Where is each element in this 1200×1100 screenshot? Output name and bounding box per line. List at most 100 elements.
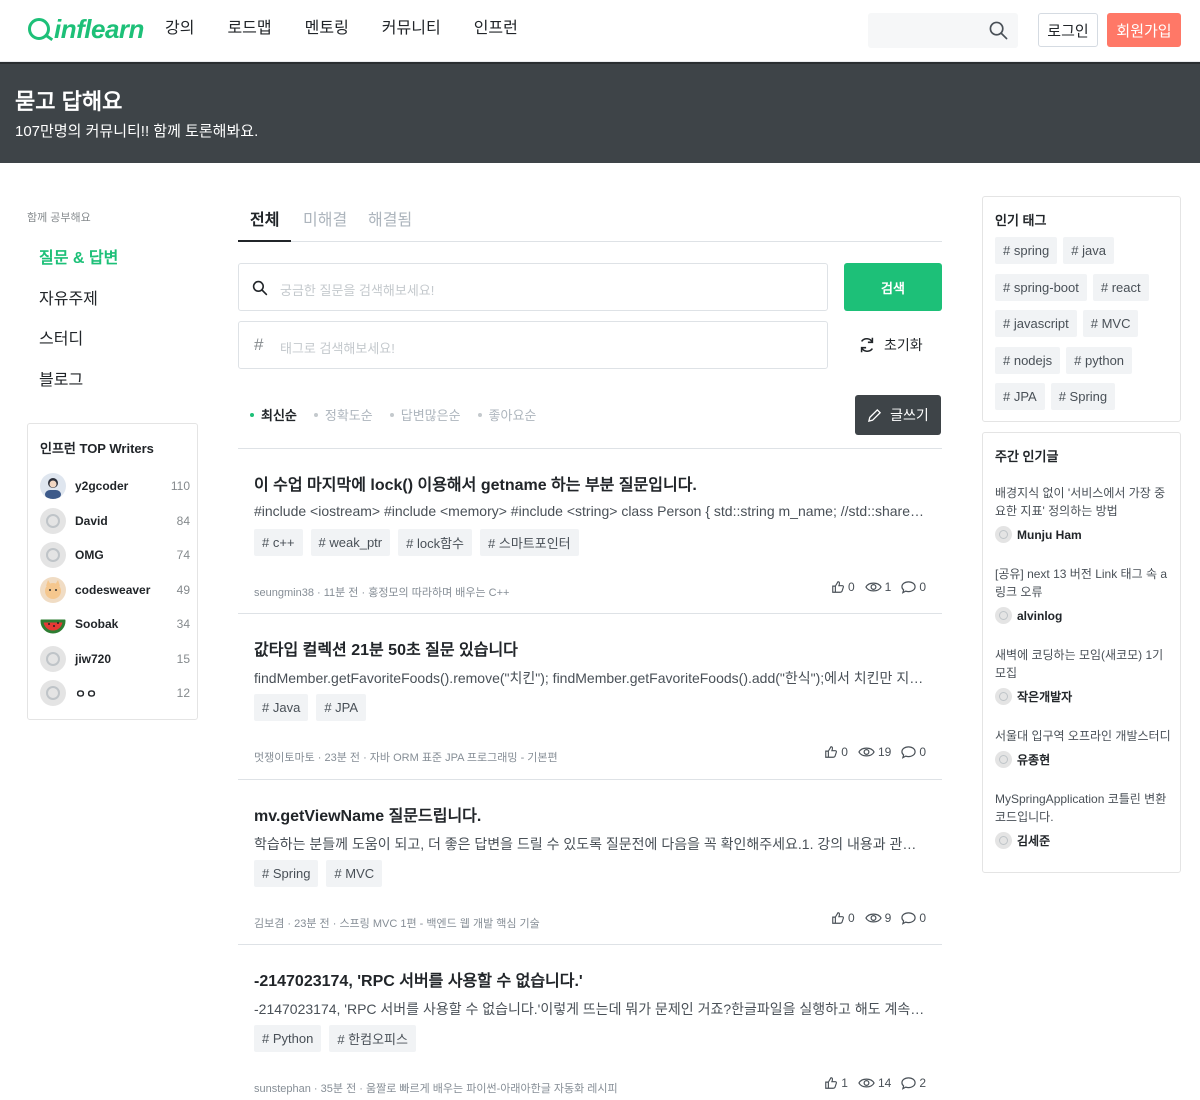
question-search-input[interactable]: 궁금한 질문을 검색해보세요! [238,263,828,311]
weekly-post[interactable]: 새벽에 코딩하는 모임(새코모) 1기 모집 작은개발자 [995,646,1171,705]
weekly-post[interactable]: 배경지식 없이 '서비스에서 가장 중요한 지표' 정의하는 방법 Munju … [995,484,1171,543]
weekly-post-title[interactable]: MySpringApplication 코틀린 변환 코드입니다. [995,790,1171,826]
tag-row: # spring # java [995,237,1114,264]
question-tag[interactable]: # weak_ptr [310,529,391,556]
writer-count: 74 [176,548,190,562]
sidebar-item-blog[interactable]: 블로그 [39,370,118,411]
comment-icon [901,1077,916,1090]
weekly-post[interactable]: 서울대 입구역 오프라인 개발스터디 유종현 [995,727,1171,768]
question-body: -2147023174, 'RPC 서버를 사용할 수 없습니다.'이렇게 뜨는… [254,1001,926,1017]
question-meta: 멋쟁이토마토 · 23분 전 · 자바 ORM 표준 JPA 프로그래밍 - 기… [254,752,558,764]
popular-tag[interactable]: # react [1092,274,1149,301]
question-stats: 1 14 2 [824,1076,926,1090]
popular-tag[interactable]: # spring [995,237,1058,264]
view-count: 14 [877,1076,892,1090]
nav-roadmap[interactable]: 로드맵 [227,18,271,40]
default-avatar-icon [995,751,1012,768]
writer-row[interactable]: ㅇㅇ 12 [40,680,190,706]
popular-tag[interactable]: # python [1066,347,1133,374]
weekly-post-title[interactable]: [공유] next 13 버전 Link 태그 속 a링크 오류 [995,565,1171,601]
sidebar-menu: 질문 & 답변 자유주제 스터디 블로그 [39,248,118,410]
writer-row[interactable]: OMG 74 [40,542,190,568]
question-tags: # Spring # MVC [254,860,383,887]
popular-tag[interactable]: # javascript [995,310,1077,337]
tag-row: # spring-boot # react [995,274,1149,301]
sort-likes[interactable]: 좋아요순 [477,405,536,424]
sidebar-item-qna[interactable]: 질문 & 답변 [39,248,118,289]
header-search-input[interactable] [868,13,1018,48]
question-tabs: 전체 미해결 해결됨 [238,200,942,242]
weekly-post-title[interactable]: 서울대 입구역 오프라인 개발스터디 [995,727,1171,745]
question-tag[interactable]: # Java [254,694,309,721]
question-title[interactable]: -2147023174, 'RPC 서버를 사용할 수 없습니다.' [254,967,583,991]
tab-solved[interactable]: 해결됨 [368,206,412,242]
sort-answers[interactable]: 답변많은순 [389,405,461,424]
nav-courses[interactable]: 강의 [165,18,194,40]
sort-accuracy[interactable]: 정확도순 [313,405,373,424]
weekly-post-author: 유종현 [1017,753,1051,767]
popular-tag[interactable]: # MVC [1082,310,1139,337]
inflearn-logo[interactable]: inflearn [28,16,144,42]
question-tags: # Python # 한컴오피스 [254,1025,416,1052]
tab-unsolved[interactable]: 미해결 [303,206,347,242]
popular-tag[interactable]: # Spring [1050,383,1116,410]
weekly-post[interactable]: [공유] next 13 버전 Link 태그 속 a링크 오류 alvinlo… [995,565,1171,624]
sort-options: 최신순 정확도순 답변많은순 좋아요순 [250,405,553,424]
nav-community[interactable]: 커뮤니티 [382,18,441,40]
question-title[interactable]: 값타입 컬렉션 21분 50초 질문 있습니다 [254,636,518,660]
question-tag[interactable]: # JPA [316,694,367,721]
question-meta: seungmin38 · 11분 전 · 홍정모의 따라하며 배우는 C++ [254,587,510,599]
like-count: 0 [841,745,848,759]
question-item[interactable]: 값타입 컬렉션 21분 50초 질문 있습니다 findMember.getFa… [238,613,942,779]
popular-tag[interactable]: # nodejs [995,347,1061,374]
reset-button[interactable]: 초기화 [858,335,923,355]
avatar [40,473,66,499]
search-button[interactable]: 검색 [844,263,942,311]
popular-tags-title: 인기 태그 [995,213,1047,228]
popular-tag[interactable]: # java [1063,237,1114,264]
popular-tag[interactable]: # spring-boot [995,274,1087,301]
tab-all[interactable]: 전체 [238,206,292,242]
weekly-post-title[interactable]: 배경지식 없이 '서비스에서 가장 중요한 지표' 정의하는 방법 [995,484,1171,520]
question-body: findMember.getFavoriteFoods().remove("치킨… [254,670,926,686]
sort-latest[interactable]: 최신순 [250,405,297,424]
question-title[interactable]: mv.getViewName 질문드립니다. [254,802,481,826]
question-item[interactable]: mv.getViewName 질문드립니다. 학습하는 분들께 도움이 되고, … [238,779,942,945]
signup-button[interactable]: 회원가입 [1107,13,1181,47]
question-tag[interactable]: # lock함수 [398,529,473,556]
writer-row[interactable]: David 84 [40,508,190,534]
login-button[interactable]: 로그인 [1038,13,1098,47]
write-button[interactable]: 글쓰기 [855,395,941,435]
writer-row[interactable]: Soobak 34 [40,611,190,637]
writer-row[interactable]: y2gcoder 110 [40,473,190,499]
sidebar-item-free[interactable]: 자유주제 [39,289,118,330]
default-avatar-icon [40,508,66,534]
comment-icon [901,581,916,594]
question-tag[interactable]: # 스마트포인터 [480,529,579,556]
like-icon [825,1077,838,1089]
popular-tag[interactable]: # JPA [995,383,1045,410]
sidebar-item-study[interactable]: 스터디 [39,329,118,370]
writer-row[interactable]: jiw720 15 [40,646,190,672]
search-icon[interactable] [989,21,1008,40]
question-tag[interactable]: # Spring [254,860,319,887]
weekly-popular-title: 주간 인기글 [995,449,1059,464]
top-writers-panel: 인프런 TOP Writers y2gcoder 110 David 84 OM… [27,423,198,720]
cat-avatar-icon [40,577,66,603]
weekly-post[interactable]: MySpringApplication 코틀린 변환 코드입니다. 김세준 [995,790,1171,849]
question-item[interactable]: -2147023174, 'RPC 서버를 사용할 수 없습니다.' -2147… [238,944,942,1100]
nav-mentoring[interactable]: 멘토링 [305,18,349,40]
question-title[interactable]: 이 수업 마지막에 lock() 이용해서 getname 하는 부분 질문입니… [254,471,697,495]
weekly-post-title[interactable]: 새벽에 코딩하는 모임(새코모) 1기 모집 [995,646,1171,682]
question-tag[interactable]: # c++ [254,529,303,556]
writer-row[interactable]: codesweaver 49 [40,577,190,603]
nav-inflearn[interactable]: 인프런 [474,18,518,40]
question-item[interactable]: 이 수업 마지막에 lock() 이용해서 getname 하는 부분 질문입니… [238,448,942,614]
writer-count: 34 [176,617,190,631]
question-tag[interactable]: # Python [254,1025,322,1052]
tag-search-input[interactable]: # 태그로 검색해보세요! [238,321,828,369]
question-tag[interactable]: # MVC [326,860,383,887]
weekly-post-author: 김세준 [1017,834,1051,848]
question-tag[interactable]: # 한컴오피스 [329,1025,416,1052]
writer-name: y2gcoder [75,479,129,493]
